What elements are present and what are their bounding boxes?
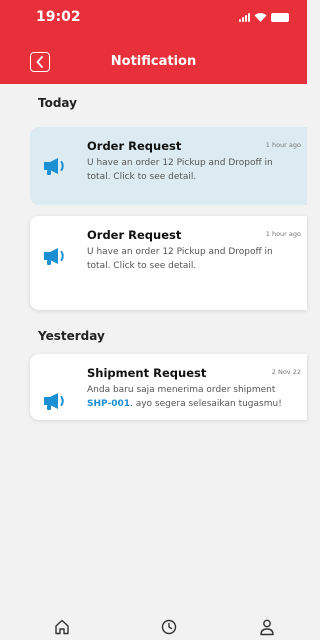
section-label-today: Today [38,96,77,110]
notification-card[interactable]: Order Request 1 hour ago U have an order… [30,216,307,310]
body-text: Anda baru saja menerima order shipment [87,385,276,395]
user-icon[interactable] [258,618,276,636]
signal-icon [239,12,250,22]
notification-title: Order Request [87,139,182,153]
notification-title: Shipment Request [87,366,207,380]
notification-body: Anda baru saja menerima order shipment S… [87,383,292,411]
notification-body: U have an order 12 Pickup and Dropoff in… [87,247,273,271]
body-text: . ayo segera selesaikan tugasmu! [129,399,282,409]
notification-time: 1 hour ago [265,230,301,238]
battery-icon [271,12,289,22]
status-time: 19:02 [36,9,81,25]
wifi-icon [254,12,267,22]
megaphone-icon [44,248,64,265]
clock-icon[interactable] [160,618,178,636]
notification-time: 1 hour ago [265,141,301,149]
notification-body: U have an order 12 Pickup and Dropoff in… [87,158,273,182]
notification-title: Order Request [87,228,182,242]
megaphone-icon [44,393,64,410]
status-icons [239,12,289,22]
section-label-yesterday: Yesterday [38,329,105,343]
home-icon[interactable] [53,618,71,636]
page-title: Notification [110,54,197,69]
app-header: 19:02 Notification [0,0,307,84]
notification-time: 2 Nov 22 [271,368,301,376]
notification-card[interactable]: Shipment Request 2 Nov 22 Anda baru saja… [30,354,307,420]
bottom-nav [0,600,307,640]
shipment-code: SHP-001 [87,399,130,409]
notification-card[interactable]: Order Request 1 hour ago U have an order… [30,127,307,205]
megaphone-icon [44,158,64,175]
